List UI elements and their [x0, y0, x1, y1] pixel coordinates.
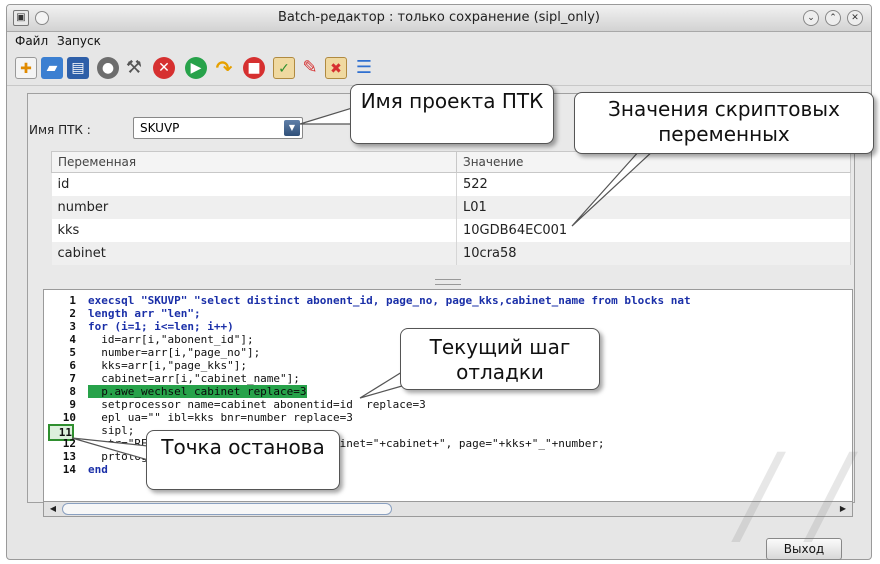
pointer-debug [359, 370, 403, 399]
pointer-project [299, 107, 353, 125]
callout-project-name: Имя проекта ПТК [350, 84, 554, 144]
pointer-breakpoint [71, 437, 149, 461]
callout-breakpoint: Точка останова [146, 430, 340, 490]
callout-script-vars: Значения скриптовых переменных [574, 92, 874, 154]
callout-debug-step: Текущий шаг отладки [400, 328, 600, 390]
pointer-vars [571, 149, 656, 227]
